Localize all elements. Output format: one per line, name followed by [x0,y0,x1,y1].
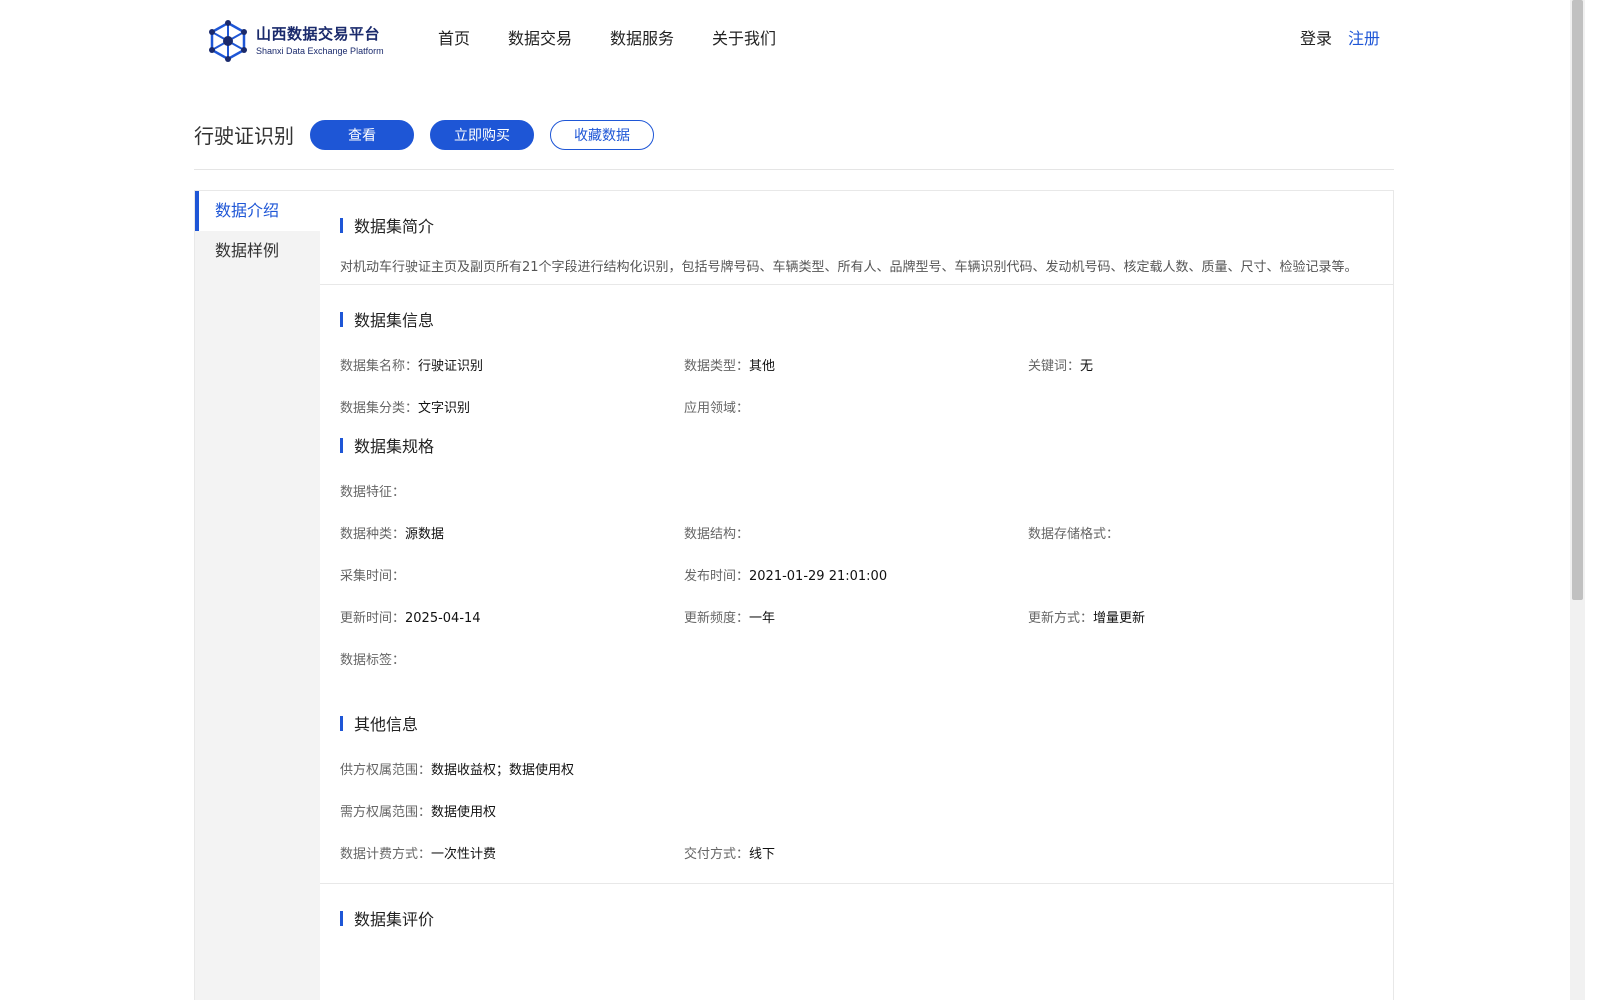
field-label: 应用领域： [684,400,750,416]
field-label: 数据特征： [340,484,406,500]
field-value: 2025-04-14 [405,610,481,626]
logo-title: 山西数据交易平台 [256,25,381,43]
section-marker [340,311,343,327]
field-value: 增量更新 [1093,610,1146,626]
spec-row: 数据特征： [340,469,1373,511]
nav-about-us[interactable]: 关于我们 [712,28,776,50]
main-nav: 首页 数据交易 数据服务 关于我们 [438,28,814,50]
field-value: 行驶证识别 [418,358,484,374]
sidebar-item-sample[interactable]: 数据样例 [195,231,320,271]
site-header: 山西数据交易平台 Shanxi Data Exchange Platform 首… [0,0,1585,80]
field-label: 关键词： [1028,358,1081,374]
field-label: 交付方式： [684,846,750,862]
info-section: 数据集信息 数据集名称：行驶证识别 数据类型：其他 关键词：无 数据集分类：文字… [320,309,1393,883]
nav-home[interactable]: 首页 [438,28,470,50]
detail-sidebar: 数据介绍 数据样例 [195,191,320,1000]
spec-row: 更新时间：2025-04-14 更新频度：一年 更新方式：增量更新 [340,595,1373,637]
site-logo[interactable]: 山西数据交易平台 Shanxi Data Exchange Platform [208,20,384,62]
field-value: 源数据 [405,526,445,542]
other-row: 供方权属范围：数据收益权；数据使用权 [340,747,1373,789]
field-value: 2021-01-29 21:01:00 [749,568,888,584]
field-value: 数据收益权；数据使用权 [431,762,575,778]
field-label: 数据标签： [340,652,406,668]
field-label: 更新方式： [1028,610,1094,626]
field-label: 采集时间： [340,568,406,584]
field-label: 发布时间： [684,568,750,584]
field-label: 数据种类： [340,526,406,542]
section-title: 其他信息 [354,715,419,734]
sidebar-item-intro[interactable]: 数据介绍 [195,191,320,231]
detail-content: 数据集简介 对机动车行驶证主页及副页所有21个字段进行结构化识别，包括号牌号码、… [320,191,1393,929]
page-scrollbar[interactable] [1570,0,1585,1000]
field-label: 数据集名称： [340,358,419,374]
register-link[interactable]: 注册 [1348,28,1380,50]
nav-data-service[interactable]: 数据服务 [610,28,674,50]
scrollbar-thumb[interactable] [1572,0,1583,600]
spec-row: 采集时间： 发布时间：2021-01-29 21:01:00 [340,553,1373,595]
field-label: 需方权属范围： [340,804,432,820]
info-row: 数据集名称：行驶证识别 数据类型：其他 关键词：无 [340,343,1373,385]
field-label: 数据存储格式： [1028,526,1120,542]
other-row: 需方权属范围：数据使用权 [340,789,1373,831]
view-button[interactable]: 查看 [310,120,414,150]
dataset-detail-panel: 数据介绍 数据样例 数据集简介 对机动车行驶证主页及副页所有21个字段进行结构化… [194,190,1394,1000]
dataset-title-bar: 行驶证识别 查看 立即购买 收藏数据 [194,120,1394,170]
intro-section: 数据集简介 对机动车行驶证主页及副页所有21个字段进行结构化识别，包括号牌号码、… [320,215,1393,285]
field-label: 数据集分类： [340,400,419,416]
field-value: 其他 [749,358,776,374]
review-section: 数据集评价 [320,883,1393,929]
field-value: 文字识别 [418,400,471,416]
field-label: 更新时间： [340,610,406,626]
field-value: 一次性计费 [431,846,497,862]
section-title: 数据集规格 [354,437,435,456]
info-row: 数据集分类：文字识别 应用领域： [340,385,1373,427]
spec-row: 数据标签： [340,637,1373,679]
field-value: 无 [1080,358,1094,374]
auth-links: 登录 注册 [1300,28,1380,50]
field-value: 线下 [749,846,776,862]
login-link[interactable]: 登录 [1300,28,1332,50]
section-title: 数据集评价 [354,910,435,929]
section-marker [340,217,343,233]
other-row: 数据计费方式：一次性计费 交付方式：线下 [340,831,1373,873]
section-marker [340,910,343,926]
hexagon-network-icon [209,20,247,62]
section-marker [340,715,343,731]
field-label: 数据类型： [684,358,750,374]
field-label: 数据结构： [684,526,750,542]
buy-now-button[interactable]: 立即购买 [430,120,534,150]
nav-data-trade[interactable]: 数据交易 [508,28,572,50]
dataset-description: 对机动车行驶证主页及副页所有21个字段进行结构化识别，包括号牌号码、车辆类型、所… [340,260,1358,275]
spec-row: 数据种类：源数据 数据结构： 数据存储格式： [340,511,1373,553]
page-title: 行驶证识别 [194,124,294,148]
field-value: 一年 [749,610,776,626]
section-marker [340,437,343,453]
field-label: 供方权属范围： [340,762,432,778]
section-title: 数据集简介 [354,217,435,236]
logo-subtitle: Shanxi Data Exchange Platform [256,46,384,56]
field-label: 更新频度： [684,610,750,626]
favorite-button[interactable]: 收藏数据 [550,120,654,150]
field-value: 数据使用权 [431,804,497,820]
field-label: 数据计费方式： [340,846,432,862]
section-title: 数据集信息 [354,311,435,330]
